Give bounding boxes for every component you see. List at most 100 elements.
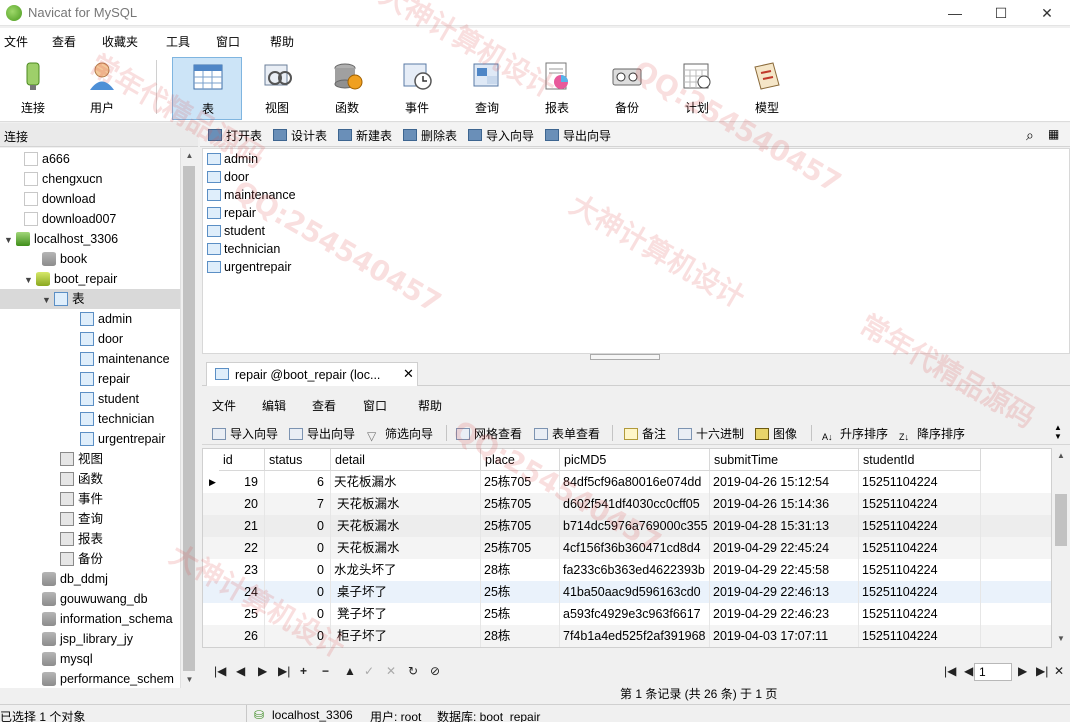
object-item-maintenance[interactable]: maintenance	[207, 186, 296, 204]
page-number-input[interactable]: 1	[974, 663, 1012, 681]
cell-place[interactable]: 28栋	[481, 625, 560, 647]
cell-submittime[interactable]: 2019-04-03 17:07:11	[710, 625, 859, 647]
tree-scrollbar[interactable]: ▲ ▼	[180, 148, 197, 688]
form-view-button[interactable]: 表单查看	[534, 425, 600, 442]
column-header-id[interactable]: id	[219, 449, 265, 471]
cell-status[interactable]: 0	[265, 515, 331, 537]
cell-picmd5[interactable]: fa233c6b363ed4622393b	[560, 559, 710, 581]
table-row[interactable]: 25 0 凳子坏了 25栋 a593fc4929e3c963f6617 2019…	[203, 603, 1051, 625]
import-wizard-button[interactable]: 导入向导	[468, 127, 534, 144]
tree-item-download[interactable]: download	[24, 189, 96, 209]
tab-close-icon[interactable]: ✕	[403, 366, 414, 382]
cell-detail[interactable]: 水龙头坏了	[331, 559, 481, 581]
menu-view[interactable]: 查看	[52, 33, 76, 50]
column-header-studentid[interactable]: studentId	[859, 449, 981, 471]
table-row[interactable]: ▶ 19 6 天花板漏水 25栋705 84df5cf96a80016e074d…	[203, 471, 1051, 493]
delete-table-button[interactable]: 删除表	[403, 127, 457, 144]
design-table-button[interactable]: 设计表	[273, 127, 327, 144]
cell-submittime[interactable]: 2019-04-29 22:45:58	[710, 559, 859, 581]
maximize-button[interactable]: ☐	[978, 0, 1024, 26]
tree-item-download007[interactable]: download007	[24, 209, 116, 229]
export-wizard-button[interactable]: 导出向导	[545, 127, 611, 144]
cell-studentid[interactable]: 15251104224	[859, 537, 981, 559]
cell-studentid[interactable]: 15251104224	[859, 515, 981, 537]
cell-studentid[interactable]: 15251104224	[859, 471, 981, 493]
cell-status[interactable]: 0	[265, 603, 331, 625]
cell-id[interactable]: 19	[219, 471, 265, 493]
cell-submittime[interactable]: 2019-04-26 15:12:54	[710, 471, 859, 493]
table-row[interactable]: 22 0 天花板漏水 25栋705 4cf156f36b360471cd8d4 …	[203, 537, 1051, 559]
cell-status[interactable]: 7	[265, 493, 331, 515]
edit-record-button[interactable]: ▲	[344, 664, 356, 678]
import-wizard-button[interactable]: 导入向导	[212, 425, 278, 442]
cell-status[interactable]: 6	[265, 471, 331, 493]
cell-studentid[interactable]: 15251104224	[859, 603, 981, 625]
tree-item-repair[interactable]: repair	[80, 369, 130, 389]
table-menu-window[interactable]: 窗口	[363, 397, 387, 414]
cell-id[interactable]: 26	[219, 625, 265, 647]
tree-item-mysql[interactable]: mysql	[42, 649, 93, 669]
new-table-button[interactable]: 新建表	[338, 127, 392, 144]
toolbar-model-button[interactable]: 模型	[737, 57, 797, 117]
table-row[interactable]: 20 7 天花板漏水 25栋705 d602f541df4030cc0cff05…	[203, 493, 1051, 515]
first-page-button[interactable]: |◀	[944, 664, 956, 678]
column-header-place[interactable]: place	[481, 449, 560, 471]
cell-place[interactable]: 28栋	[481, 559, 560, 581]
cell-picmd5[interactable]: 84df5cf96a80016e074dd	[560, 471, 710, 493]
chevron-down-icon[interactable]: ▼	[24, 270, 36, 290]
next-page-button[interactable]: ▶	[1018, 664, 1027, 678]
toolbar-schedule-button[interactable]: 计划	[667, 57, 727, 117]
cell-id[interactable]: 25	[219, 603, 265, 625]
cell-id[interactable]: 23	[219, 559, 265, 581]
cell-picmd5[interactable]: 4cf156f36b360471cd8d4	[560, 537, 710, 559]
cell-status[interactable]: 0	[265, 581, 331, 603]
cell-status[interactable]: 0	[265, 559, 331, 581]
chevron-down-icon[interactable]: ▼	[4, 230, 16, 250]
cell-picmd5[interactable]: 7f4b1a4ed525f2af391968	[560, 625, 710, 647]
tree-item-gouwuwang-db[interactable]: gouwuwang_db	[42, 589, 148, 609]
cell-picmd5[interactable]: 41ba50aac9d596163cd0	[560, 581, 710, 603]
table-menu-edit[interactable]: 编辑	[262, 397, 286, 414]
table-menu-view[interactable]: 查看	[312, 397, 336, 414]
tree-scrollbar-thumb[interactable]	[183, 166, 195, 671]
menu-favorites[interactable]: 收藏夹	[102, 33, 138, 50]
menu-file[interactable]: 文件	[4, 33, 28, 50]
delete-record-button[interactable]: −	[322, 664, 329, 678]
export-wizard-button[interactable]: 导出向导	[289, 425, 355, 442]
tree-item-student[interactable]: student	[80, 389, 139, 409]
toolbar-query-button[interactable]: 查询	[457, 57, 517, 117]
menu-tools[interactable]: 工具	[166, 33, 190, 50]
cell-detail[interactable]: 天花板漏水	[331, 493, 481, 515]
cell-place[interactable]: 25栋	[481, 603, 560, 625]
cell-picmd5[interactable]: b714dc5976a769000c355	[560, 515, 710, 537]
tree-item-functions[interactable]: 函数	[60, 469, 103, 489]
last-record-button[interactable]: ▶|	[278, 664, 290, 678]
object-item-student[interactable]: student	[207, 222, 265, 240]
table-row[interactable]: 21 0 天花板漏水 25栋705 b714dc5976a769000c355 …	[203, 515, 1051, 537]
sort-descending-button[interactable]: Z↓ 降序排序	[899, 425, 965, 444]
table-row[interactable]: 24 0 桌子坏了 25栋 41ba50aac9d596163cd0 2019-…	[203, 581, 1051, 603]
cell-detail[interactable]: 天花板漏水	[331, 515, 481, 537]
table-row[interactable]: 26 0 柜子坏了 28栋 7f4b1a4ed525f2af391968 201…	[203, 625, 1051, 647]
cell-studentid[interactable]: 15251104224	[859, 493, 981, 515]
close-button[interactable]: ✕	[1024, 0, 1070, 26]
table-menu-help[interactable]: 帮助	[418, 397, 442, 414]
table-menu-file[interactable]: 文件	[212, 397, 236, 414]
object-item-door[interactable]: door	[207, 168, 249, 186]
refresh-button[interactable]: ↻	[408, 664, 418, 678]
previous-record-button[interactable]: ◀	[236, 664, 245, 678]
settings-icon[interactable]: ✕	[1054, 664, 1064, 678]
tree-item-boot-repair[interactable]: ▼ boot_repair	[24, 269, 117, 289]
first-record-button[interactable]: |◀	[214, 664, 226, 678]
toolbar-view-button[interactable]: 视图	[247, 57, 307, 117]
cell-place[interactable]: 25栋705	[481, 493, 560, 515]
column-header-submittime[interactable]: submitTime	[710, 449, 859, 471]
column-header-status[interactable]: status	[265, 449, 331, 471]
tree-item-tables[interactable]: ▼ 表	[0, 289, 180, 309]
toolbar-backup-button[interactable]: 备份	[597, 57, 657, 117]
cell-status[interactable]: 0	[265, 537, 331, 559]
cell-submittime[interactable]: 2019-04-28 15:31:13	[710, 515, 859, 537]
toolbar-connection-button[interactable]: 连接	[3, 57, 63, 117]
toolbar-event-button[interactable]: 事件	[387, 57, 447, 117]
tree-item-maintenance[interactable]: maintenance	[80, 349, 170, 369]
